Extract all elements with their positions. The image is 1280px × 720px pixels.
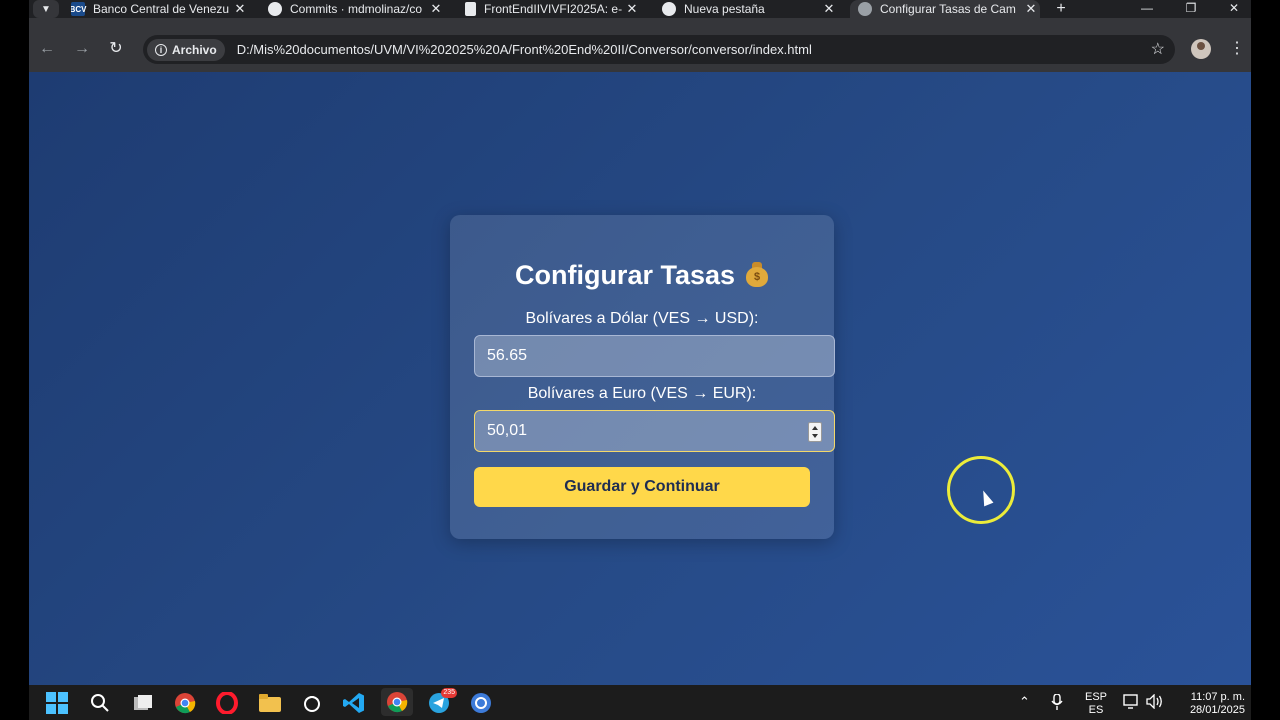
forward-button[interactable]: →	[71, 38, 93, 60]
search-icon[interactable]	[88, 692, 112, 714]
tab-title: FrontEndIIVIVFI2025A: e-	[484, 2, 623, 16]
close-icon[interactable]: ✕	[231, 1, 249, 17]
tab-title: Commits · mdmolinaz/co	[290, 2, 423, 16]
opera-icon[interactable]	[215, 692, 239, 714]
site-info-chip[interactable]: i Archivo	[147, 38, 225, 61]
start-windows-icon[interactable]	[45, 692, 69, 714]
tab-bcv[interactable]: BCV Banco Central de Venezu ✕	[71, 0, 249, 18]
save-continue-button[interactable]: Guardar y Continuar	[474, 467, 810, 507]
network-icon[interactable]	[1123, 694, 1140, 713]
rates-form-card: Configurar Tasas $ Bolívares a Dólar (VES…	[450, 215, 835, 539]
close-icon[interactable]: ✕	[1022, 1, 1040, 17]
address-bar[interactable]: i Archivo D:/Mis%20documentos/UVM/VI%202…	[143, 35, 1175, 64]
clock-date: 28/01/2025	[1189, 704, 1245, 716]
restore-button[interactable]: ❐	[1176, 0, 1206, 18]
microphone-icon[interactable]	[1051, 693, 1063, 714]
reload-button[interactable]: ↻	[105, 38, 127, 60]
minimize-button[interactable]: —	[1132, 0, 1162, 18]
clock-time: 11:07 p. m.	[1190, 691, 1245, 703]
vscode-icon[interactable]	[342, 692, 366, 714]
bcv-favicon-icon: BCV	[71, 2, 86, 16]
url-text: D:/Mis%20documentos/UVM/VI%202025%20A/Fr…	[236, 42, 812, 57]
show-hidden-icons-chevron-icon[interactable]: ⌃	[1019, 695, 1030, 708]
input-language-indicator[interactable]: ESP ES	[1083, 691, 1109, 717]
taskbar: 235 ⌃ ESP ES 11:07 p. m. 28/01/2025	[29, 685, 1251, 720]
new-tab-button[interactable]: +	[1051, 0, 1071, 18]
tab-frontend-course[interactable]: FrontEndIIVIVFI2025A: e- ✕	[465, 0, 641, 18]
chevron-down-icon: ▼	[41, 3, 51, 15]
github-icon	[268, 2, 282, 16]
page-content: Configurar Tasas $ Bolívares a Dólar (VES…	[29, 72, 1251, 685]
usd-rate-input[interactable]: 56.65	[474, 335, 835, 377]
info-icon: i	[155, 43, 167, 56]
eur-rate-label: Bolívares a Euro (VES → EUR):	[527, 385, 757, 402]
browser-window: ▼ BCV Banco Central de Venezu ✕ Commits …	[29, 0, 1251, 685]
task-view-icon[interactable]	[131, 692, 155, 714]
browser-menu-icon[interactable]: ⋮	[1229, 38, 1245, 58]
keyboard-layout-code: ES	[1088, 704, 1104, 716]
tab-new-tab[interactable]: Nueva pestaña ✕	[662, 0, 838, 18]
tab-strip: ▼ BCV Banco Central de Venezu ✕ Commits …	[29, 0, 1251, 18]
number-spinner-icon[interactable]	[808, 422, 822, 442]
copilot-app-icon[interactable]	[300, 692, 324, 714]
bookmark-star-icon[interactable]: ☆	[1151, 39, 1165, 59]
tab-title: Configurar Tasas de Cam	[880, 2, 1016, 16]
close-icon[interactable]: ✕	[623, 1, 641, 17]
browser-toolbar: ← → ↻ i Archivo D:/Mis%20documentos/UVM/…	[29, 18, 1251, 72]
telegram-unread-badge: 235	[441, 688, 457, 698]
close-icon[interactable]: ✕	[820, 1, 838, 17]
tab-search-button[interactable]: ▼	[33, 0, 59, 18]
chrome-icon	[662, 2, 676, 16]
profile-avatar[interactable]	[1191, 39, 1211, 59]
money-bag-icon: $	[745, 261, 769, 287]
file-explorer-icon[interactable]	[258, 692, 282, 714]
eur-rate-value: 50,01	[487, 422, 528, 439]
back-button[interactable]: ←	[36, 38, 58, 60]
chat-app-icon[interactable]	[469, 692, 493, 714]
tab-configurar-tasas[interactable]: Configurar Tasas de Cam ✕	[850, 0, 1040, 18]
chrome-active-profile-icon[interactable]	[381, 688, 413, 716]
page-title: Configurar Tasas $	[450, 260, 834, 291]
tab-title: Nueva pestaña	[684, 2, 765, 16]
cursor-highlight-ring	[947, 456, 1015, 524]
usd-rate-value: 56.65	[487, 347, 528, 364]
eur-rate-input[interactable]: 50,01	[474, 410, 835, 452]
globe-icon	[858, 2, 872, 16]
tab-title: Banco Central de Venezu	[93, 2, 230, 16]
usd-rate-label: Bolívares a Dólar (VES → USD):	[525, 310, 759, 327]
language-code: ESP	[1084, 691, 1107, 703]
window-close-button[interactable]: ✕	[1219, 0, 1249, 18]
site-info-label: Archivo	[172, 42, 217, 57]
close-icon[interactable]: ✕	[427, 1, 445, 17]
tab-github-commits[interactable]: Commits · mdmolinaz/co ✕	[268, 0, 445, 18]
system-clock[interactable]: 11:07 p. m. 28/01/2025	[1175, 691, 1245, 717]
volume-icon[interactable]	[1146, 693, 1164, 713]
chrome-icon[interactable]	[173, 692, 197, 714]
document-icon	[465, 2, 476, 16]
form-title: Configurar Tasas	[514, 260, 736, 290]
telegram-icon[interactable]: 235	[427, 688, 457, 714]
